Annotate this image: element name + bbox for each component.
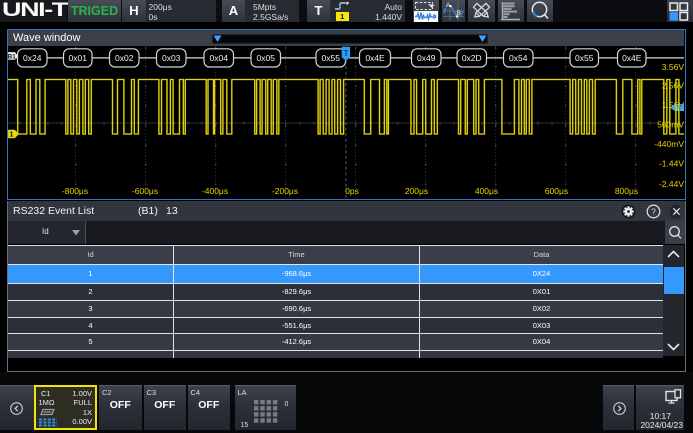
svg-text:200μs: 200μs — [405, 186, 428, 196]
svg-text:3.56V: 3.56V — [662, 62, 684, 72]
svg-text:0x4E: 0x4E — [365, 53, 385, 63]
svg-text:800μs: 800μs — [615, 186, 638, 196]
svg-text:0x55: 0x55 — [575, 53, 594, 63]
svg-text:-2.44V: -2.44V — [659, 179, 684, 189]
svg-text:-600μs: -600μs — [132, 186, 158, 196]
svg-text:0x54: 0x54 — [509, 53, 528, 63]
svg-text:-400μs: -400μs — [202, 186, 228, 196]
svg-text:2.56V: 2.56V — [662, 81, 684, 91]
svg-text:0x02: 0x02 — [115, 53, 134, 63]
svg-text:0x4E: 0x4E — [622, 53, 642, 63]
svg-text:0x01: 0x01 — [69, 53, 88, 63]
svg-text:0ps: 0ps — [345, 186, 359, 196]
svg-text:?: ? — [651, 206, 656, 216]
svg-text:B1: B1 — [8, 53, 16, 60]
svg-text:600μs: 600μs — [545, 186, 568, 196]
svg-text:0x24: 0x24 — [23, 53, 42, 63]
svg-text:0x55: 0x55 — [322, 53, 341, 63]
svg-text:0x2D: 0x2D — [462, 53, 482, 63]
svg-text:0x04: 0x04 — [210, 53, 229, 63]
svg-text:400μs: 400μs — [475, 186, 498, 196]
svg-text:T: T — [343, 49, 348, 58]
svg-text:1: 1 — [10, 130, 14, 139]
svg-text:-800μs: -800μs — [62, 186, 88, 196]
svg-text:-440mV: -440mV — [654, 139, 684, 149]
svg-text:0x49: 0x49 — [417, 53, 436, 63]
svg-text:-1.44V: -1.44V — [659, 159, 684, 169]
svg-text:0x03: 0x03 — [162, 53, 181, 63]
svg-text:0x05: 0x05 — [257, 53, 276, 63]
svg-text:-200μs: -200μs — [272, 186, 298, 196]
